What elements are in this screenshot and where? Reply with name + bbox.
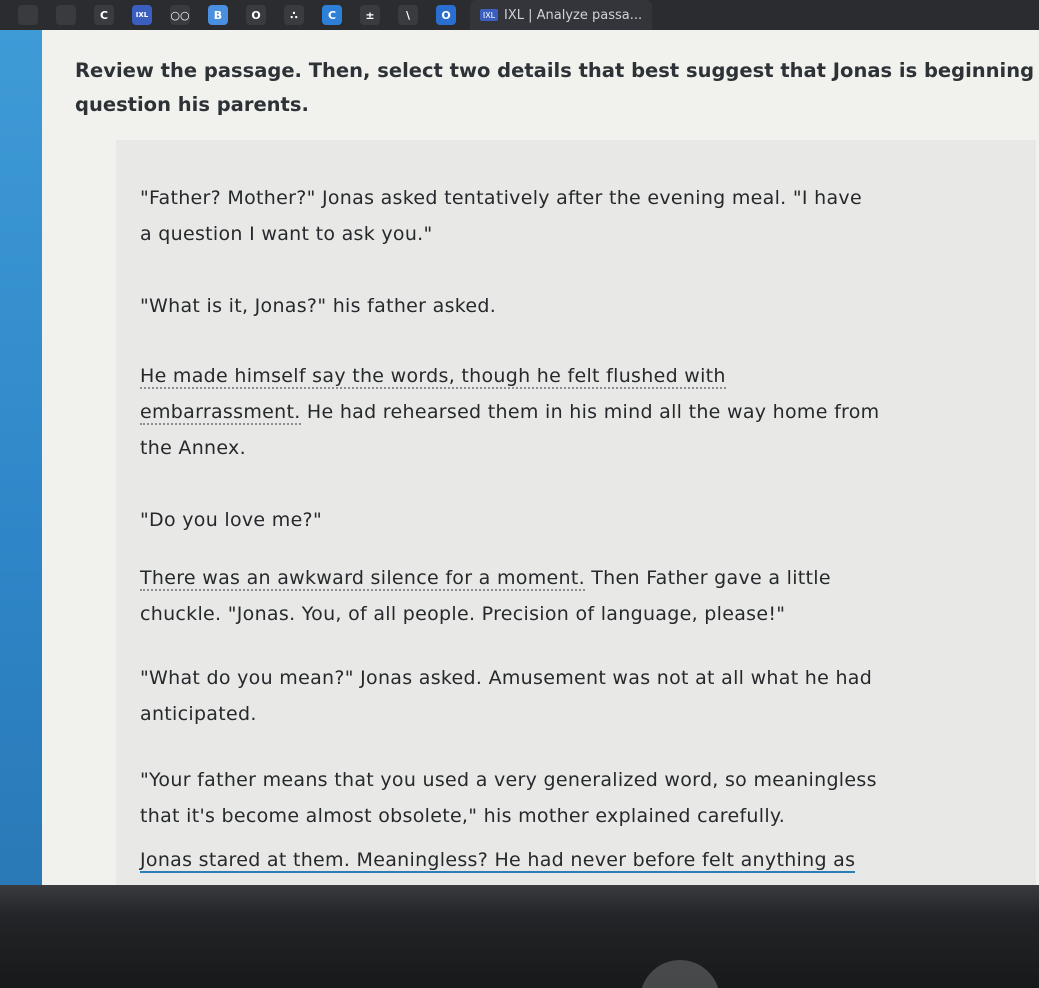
question-line-1: Review the passage. Then, select two det… <box>75 59 1039 82</box>
passage-paragraph-5: There was an awkward silence for a momen… <box>140 560 980 632</box>
tab-ixl-analyze[interactable]: IXL IXL | Analyze passa... <box>470 0 653 30</box>
passage-paragraph-6: "What do you mean?" Jonas asked. Amuseme… <box>140 660 980 732</box>
outlook-icon[interactable]: O <box>436 5 456 25</box>
passage-paragraph-4: "Do you love me?" <box>140 502 980 538</box>
slash-icon[interactable]: \ <box>398 5 418 25</box>
sentence-option-cont: a question I want to ask you." <box>140 223 433 245</box>
ixl-favicon-icon: IXL <box>480 9 498 21</box>
sentence-option[interactable]: "What do you mean?" Jonas asked. Amuseme… <box>140 660 980 696</box>
sentence-option[interactable]: "Father? Mother?" Jonas asked tentativel… <box>140 180 980 216</box>
selectable-detail-cont[interactable]: embarrassment. <box>140 401 301 425</box>
passage-paragraph-8: Jonas stared at them. Meaningless? He ha… <box>140 842 980 878</box>
selectable-detail[interactable]: He made himself say the words, though he… <box>140 365 726 389</box>
sentence-option[interactable]: "Do you love me?" <box>140 502 980 538</box>
question-line-2: question his parents. <box>75 93 309 116</box>
selectable-detail[interactable]: There was an awkward silence for a momen… <box>140 567 585 591</box>
sentence-text: chuckle. "Jonas. You, of all people. Pre… <box>140 603 786 625</box>
sentence-option-cont: that it's become almost obsolete," his m… <box>140 805 786 827</box>
sentence-option-cont: anticipated. <box>140 703 257 725</box>
drive-icon[interactable] <box>56 5 76 25</box>
circles-icon[interactable]: ○○ <box>170 5 190 25</box>
passage-paragraph-1: "Father? Mother?" Jonas asked tentativel… <box>140 180 980 252</box>
sentence-text: the Annex. <box>140 437 246 459</box>
screen: C IXL ○○ B O ∴ C ± \ O IXL IXL | Analyze passa...… <box>0 0 1039 988</box>
monitor-bezel <box>0 885 1039 988</box>
sentence-text: He had rehearsed them in his mind all th… <box>300 401 880 423</box>
sentence-option[interactable]: "Your father means that you used a very … <box>140 762 980 798</box>
question-prompt: Review the passage. Then, select two det… <box>75 54 1039 122</box>
passage-paragraph-2: "What is it, Jonas?" his father asked. <box>140 288 980 324</box>
selected-detail[interactable]: Jonas stared at them. Meaningless? He ha… <box>140 849 856 873</box>
ixl-icon[interactable]: IXL <box>132 5 152 25</box>
b-icon[interactable]: B <box>208 5 228 25</box>
c-blue-icon[interactable]: C <box>322 5 342 25</box>
o-icon[interactable]: O <box>246 5 266 25</box>
left-side-strip <box>0 30 42 890</box>
dots-icon[interactable]: ∴ <box>284 5 304 25</box>
tab-title: IXL | Analyze passa... <box>504 7 643 23</box>
c-icon[interactable]: C <box>94 5 114 25</box>
grid-icon[interactable] <box>18 5 38 25</box>
passage-paragraph-3: He made himself say the words, though he… <box>140 358 980 466</box>
plus-minus-icon[interactable]: ± <box>360 5 380 25</box>
page-content: Review the passage. Then, select two det… <box>42 30 1039 900</box>
browser-tab-strip: C IXL ○○ B O ∴ C ± \ O IXL IXL | Analyze passa... <box>0 0 1039 30</box>
sentence-option[interactable]: "What is it, Jonas?" his father asked. <box>140 288 980 324</box>
sentence-text: Then Father gave a little <box>584 567 831 589</box>
passage-box: "Father? Mother?" Jonas asked tentativel… <box>116 140 1036 900</box>
passage-paragraph-7: "Your father means that you used a very … <box>140 762 980 834</box>
pinned-tabs: C IXL ○○ B O ∴ C ± \ O <box>0 5 456 25</box>
